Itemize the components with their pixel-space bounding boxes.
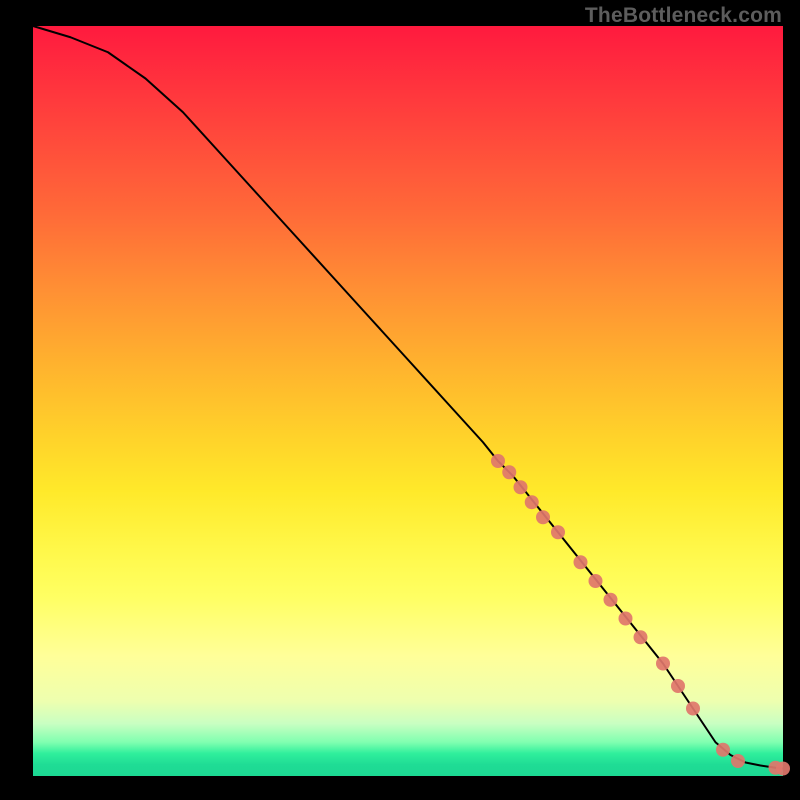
chart-frame: TheBottleneck.com (0, 0, 800, 800)
plot-gradient-background (33, 26, 783, 776)
watermark-text: TheBottleneck.com (585, 4, 782, 28)
